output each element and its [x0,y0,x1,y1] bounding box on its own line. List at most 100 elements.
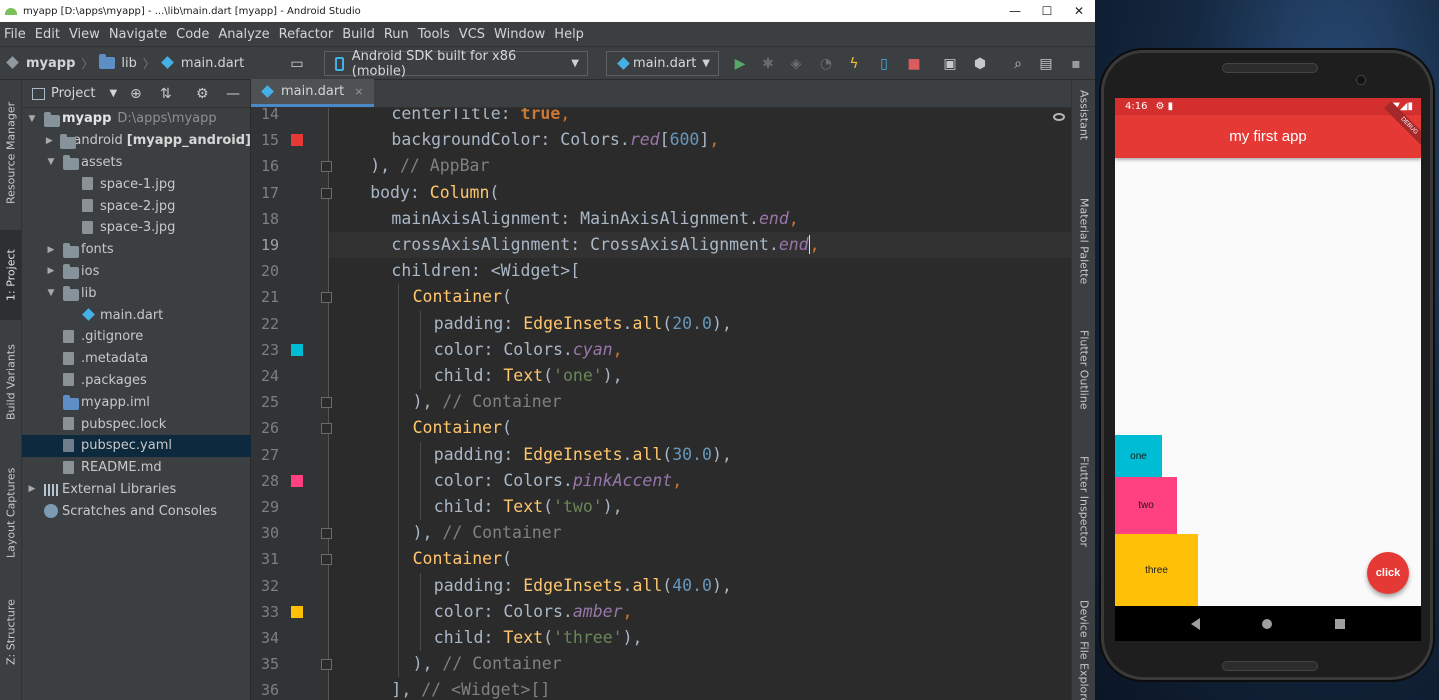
code-token: [ [659,130,670,150]
tool-tab-resource-manager[interactable]: Resource Manager [0,88,22,218]
menu-build[interactable]: Build [338,27,380,42]
project-structure-icon[interactable]: ▤ [1037,55,1055,73]
menu-run[interactable]: Run [380,27,414,42]
project-view-selector[interactable]: Project [51,86,95,101]
menu-vcs[interactable]: VCS [455,27,490,42]
tree-item[interactable]: .packages [22,370,251,392]
tree-item[interactable]: space-3.jpg [22,217,251,239]
code-token: , [560,108,571,123]
menu-view[interactable]: View [65,27,105,42]
tool-tab-device-file-explorer[interactable]: Device File Explorer [1072,600,1095,700]
chevron-down-icon[interactable]: ▼ [45,288,57,298]
tool-tab-assistant[interactable]: Assistant [1072,90,1095,165]
debug-icon[interactable]: ✱ [759,55,777,73]
code-token: , [809,235,820,254]
tree-item[interactable]: space-2.jpg [22,195,251,217]
line-number: 34 [260,629,279,647]
code-text-area[interactable]: centerTitle: true, backgroundColor: Color… [329,108,1071,700]
tree-item[interactable]: space-1.jpg [22,173,251,195]
tree-item[interactable]: Scratches and Consoles [22,500,251,522]
avd-manager-icon[interactable]: ▣ [941,55,959,73]
floating-action-button[interactable]: click [1367,552,1409,594]
stop-icon[interactable]: ■ [905,55,923,73]
tool-tab-build-variants[interactable]: Build Variants [0,335,22,430]
menu-navigate[interactable]: Navigate [105,27,172,42]
color-swatch-icon[interactable] [291,343,303,356]
collapse-all-icon[interactable]: ⇅ [160,86,172,102]
tool-tab-flutter-inspector[interactable]: Flutter Inspector [1072,456,1095,547]
back-icon[interactable] [1191,617,1201,630]
run-config-selector[interactable]: main.dart ▼ [606,51,719,76]
tree-item[interactable]: main.dart [22,304,251,326]
run-icon[interactable]: ▶ [731,55,749,73]
tree-item[interactable]: ▼ assets [22,152,251,174]
app-bar: my first app DEBUG [1115,101,1421,158]
attach-icon[interactable]: ◔ [817,55,835,73]
device-selector[interactable]: Android SDK built for x86 (mobile) ▼ [324,49,588,79]
emulator-screen[interactable]: 4:16 ⚙ ▮ ▼◢▮ my first app DEBUG three two… [1115,98,1421,641]
tree-item[interactable]: pubspec.yaml [22,434,251,457]
breadcrumb-file[interactable]: main.dart [155,56,250,71]
tool-tab-layout-captures[interactable]: Layout Captures [0,455,22,570]
apply-changes-icon[interactable]: ▯ [875,55,893,73]
code-line: color: Colors.amber, [329,599,1071,625]
tree-item[interactable]: ▼ myapp D:\apps\myapp [22,108,251,130]
tree-item[interactable]: ▼ lib [22,282,251,304]
tool-tab-structure[interactable]: Z: Structure [0,585,22,680]
code-token: . [622,313,633,333]
tool-tab-flutter-outline[interactable]: Flutter Outline [1072,330,1095,410]
chevron-down-icon[interactable]: ▼ [109,88,117,99]
phone-camera [1356,75,1366,85]
sdk-manager-icon[interactable]: ⬢ [971,55,989,73]
menu-analyze[interactable]: Analyze [214,27,274,42]
color-swatch-icon[interactable] [291,474,303,487]
close-button[interactable]: ✕ [1063,0,1095,22]
tree-item[interactable]: pubspec.lock [22,413,251,435]
tree-item-label: .packages [81,372,147,388]
maximize-button[interactable]: ☐ [1031,0,1063,22]
tree-item[interactable]: ▶ ios [22,261,251,283]
chevron-right-icon[interactable]: ▶ [45,245,57,255]
color-swatch-icon[interactable] [291,605,303,618]
tree-item[interactable]: ▶ External Libraries [22,479,251,501]
tool-tab-project[interactable]: 1: Project [0,230,22,320]
line-number: 21 [260,288,279,307]
close-tab-icon[interactable]: × [354,85,363,98]
profile-icon[interactable]: ◈ [787,55,805,73]
tool-tab-material-palette[interactable]: Material Palette [1072,198,1095,293]
breadcrumb-project[interactable]: myapp [0,56,81,71]
menu-file[interactable]: File [0,27,31,42]
chevron-right-icon[interactable]: ▶ [26,484,38,494]
gear-icon[interactable]: ⚙ [196,86,209,102]
code-line: ), // Container [329,651,1071,677]
minimize-button[interactable]: — [999,0,1031,22]
tree-item[interactable]: myapp.iml [22,391,251,413]
locate-icon[interactable]: ⊕ [130,86,142,102]
menu-tools[interactable]: Tools [414,27,455,42]
indent-guide [398,651,400,678]
chevron-down-icon[interactable]: ▼ [26,114,38,124]
menu-window[interactable]: Window [490,27,550,42]
color-swatch-icon[interactable] [291,134,303,147]
tree-item[interactable]: ▶ android [myapp_android] [22,130,251,152]
menu-edit[interactable]: Edit [31,27,65,42]
tree-item[interactable]: .gitignore [22,326,251,348]
breadcrumb-folder[interactable]: lib [93,54,142,71]
chevron-right-icon[interactable]: ▶ [45,136,54,146]
search-icon[interactable]: ⌕ [1009,55,1027,73]
hot-reload-icon[interactable]: ϟ [845,55,863,73]
layout-icon[interactable]: ▭ [288,55,306,73]
recents-icon[interactable] [1334,618,1345,629]
chevron-down-icon[interactable]: ▼ [45,157,57,167]
menu-help[interactable]: Help [550,27,589,42]
home-icon[interactable] [1262,618,1273,629]
chevron-right-icon[interactable]: ▶ [45,266,57,276]
tree-item[interactable]: ▶ fonts [22,239,251,261]
menu-code[interactable]: Code [172,27,214,42]
tree-item[interactable]: .metadata [22,348,251,370]
eye-icon[interactable] [1053,113,1065,121]
menu-refactor[interactable]: Refactor [275,27,339,42]
tree-item[interactable]: README.md [22,457,251,479]
dark-square-icon[interactable]: ▪ [1067,55,1085,73]
hide-icon[interactable]: — [226,86,240,102]
